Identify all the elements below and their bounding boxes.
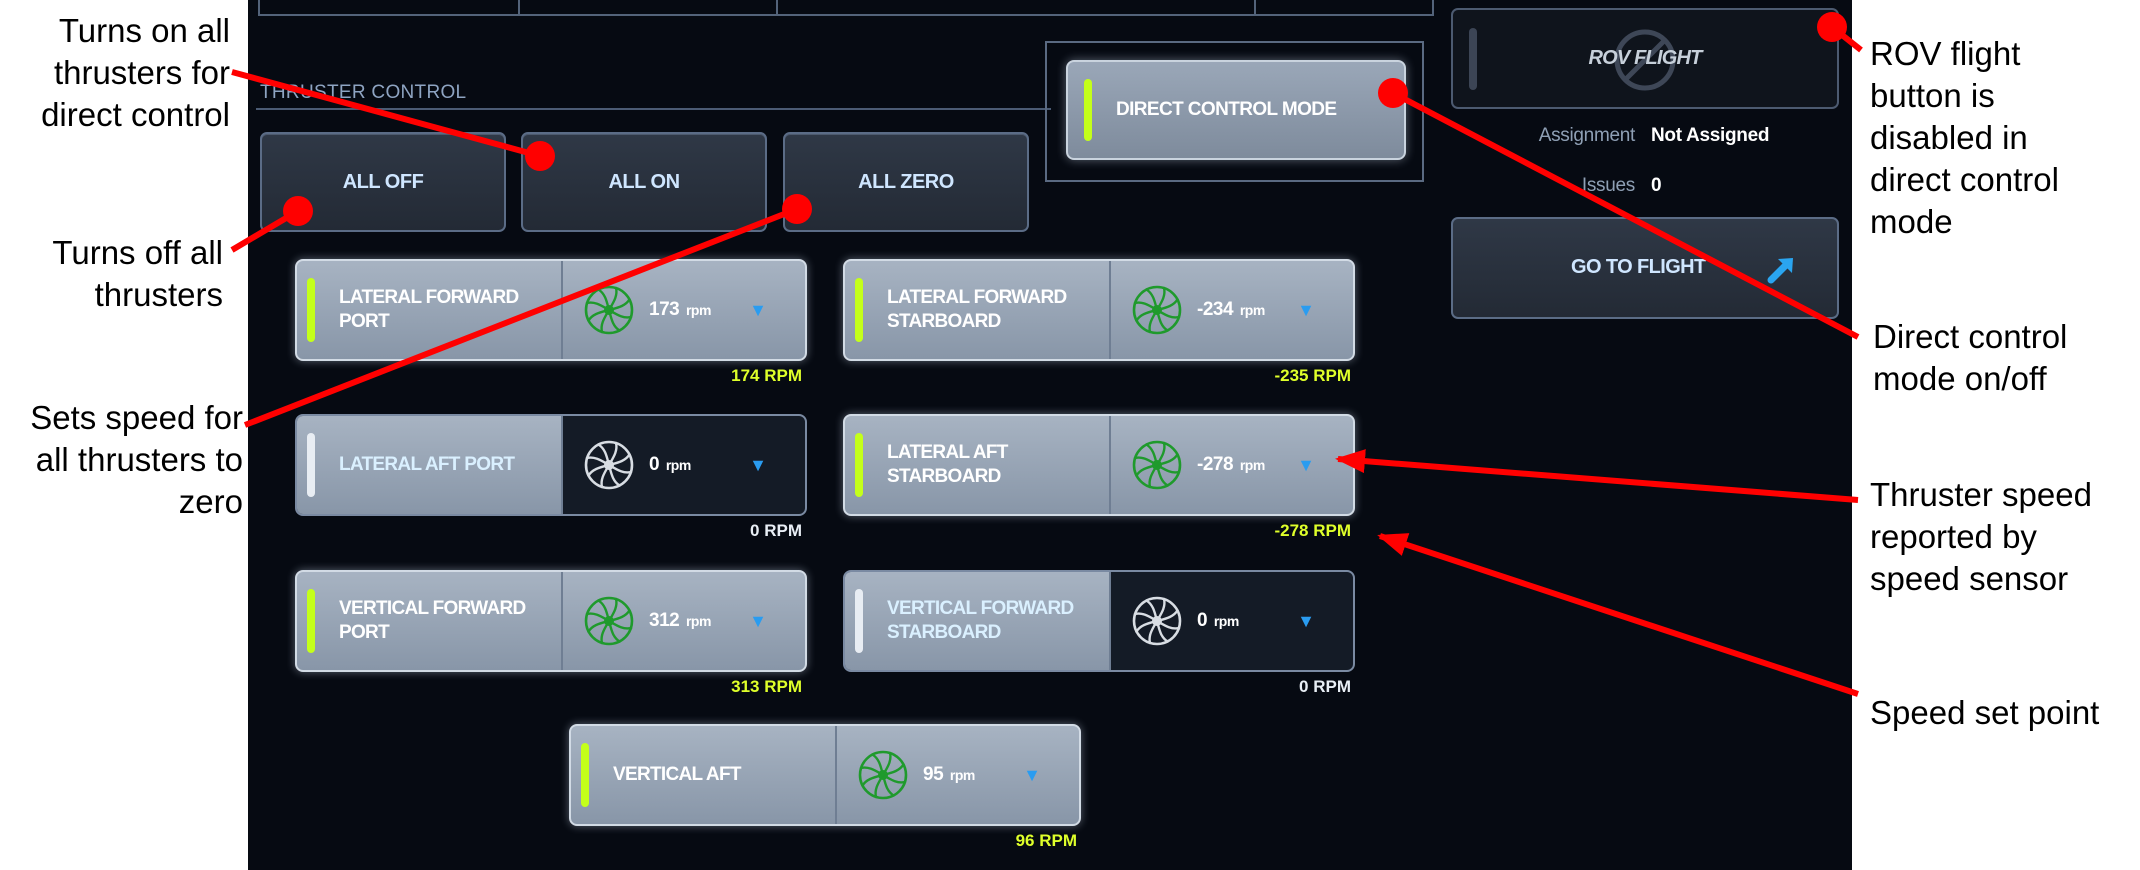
arrow-set-point	[1377, 533, 1859, 697]
arrow-speed-sensor	[1335, 449, 1859, 503]
annotation-arrows	[230, 12, 1863, 697]
arrow-all-on	[231, 69, 555, 171]
arrow-all-zero	[243, 194, 812, 428]
arrow-all-off	[230, 196, 313, 253]
arrow-direct-mode	[1378, 78, 1860, 340]
arrow-rov-flight	[1817, 12, 1863, 53]
